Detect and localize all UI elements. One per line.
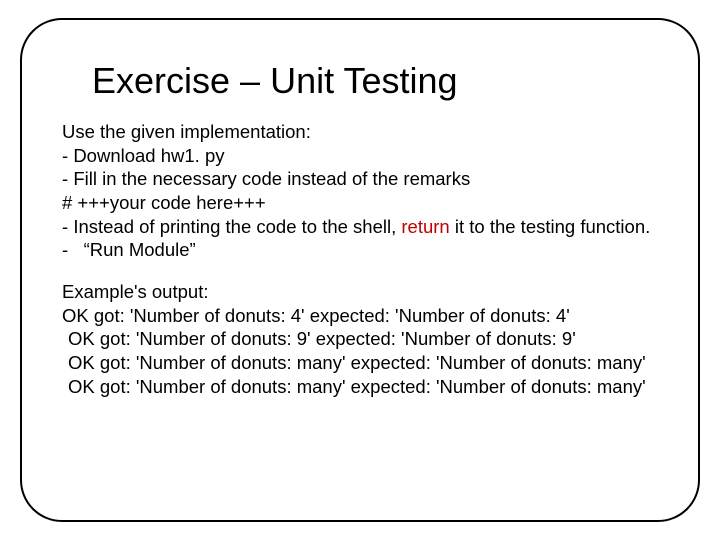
step-instead-post: it to the testing function.	[450, 216, 651, 237]
step-download: Download hw1. py	[62, 144, 670, 168]
return-keyword: return	[401, 216, 449, 237]
step-fill: Fill in the necessary code instead of th…	[62, 167, 670, 191]
slide-frame: Exercise – Unit Testing Use the given im…	[20, 18, 700, 522]
slide-body: Use the given implementation: Download h…	[62, 120, 670, 398]
code-marker: # +++your code here+++	[62, 191, 670, 215]
slide: Exercise – Unit Testing Use the given im…	[0, 0, 720, 540]
spacer	[62, 262, 670, 280]
step-run: “Run Module”	[62, 238, 670, 262]
output-line-1: OK got: 'Number of donuts: 4' expected: …	[62, 304, 670, 328]
output-line-2: OK got: 'Number of donuts: 9' expected: …	[62, 327, 670, 351]
output-line-4: OK got: 'Number of donuts: many' expecte…	[62, 375, 670, 399]
output-line-3: OK got: 'Number of donuts: many' expecte…	[62, 351, 670, 375]
intro-line: Use the given implementation:	[62, 120, 670, 144]
example-label: Example's output:	[62, 280, 670, 304]
step-instead: Instead of printing the code to the shel…	[62, 215, 670, 239]
step-instead-pre: Instead of printing the code to the shel…	[73, 216, 401, 237]
slide-title: Exercise – Unit Testing	[92, 60, 670, 102]
